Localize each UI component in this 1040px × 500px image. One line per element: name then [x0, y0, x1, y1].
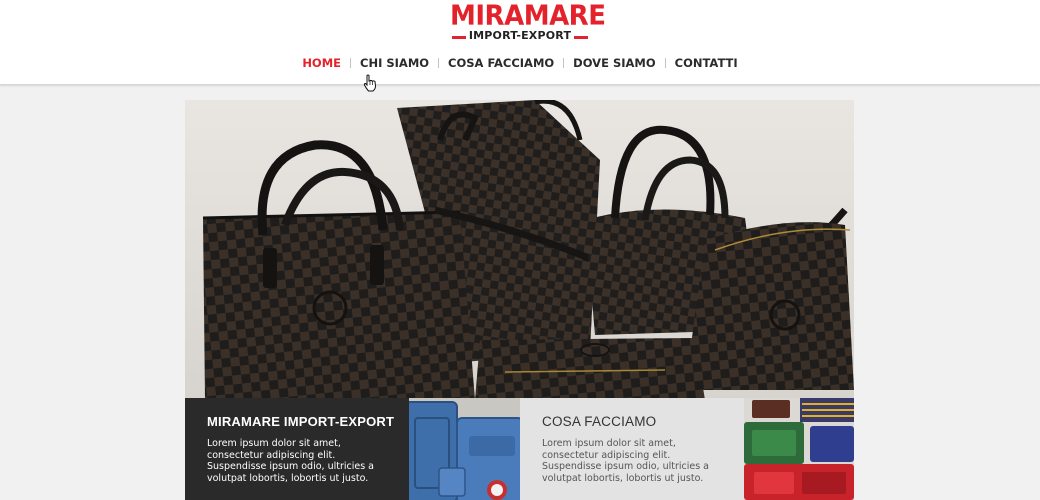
hero-photo-illustration [185, 100, 854, 400]
main-nav: HOME CHI SIAMO COSA FACCIAMO DOVE SIAMO … [0, 54, 1040, 72]
hero-image-handbags[interactable] [185, 100, 854, 400]
site-header: MIRAMARE IMPORT-EXPORT HOME CHI SIAMO CO… [0, 0, 1040, 85]
site-logo[interactable]: MIRAMARE IMPORT-EXPORT [450, 0, 606, 44]
panel-title: MIRAMARE IMPORT-EXPORT [207, 414, 395, 429]
wallets-illustration [744, 398, 854, 500]
panel-title: COSA FACCIAMO [542, 414, 657, 429]
suitcases-illustration [409, 398, 520, 500]
nav-item-dove-siamo[interactable]: DOVE SIAMO [564, 54, 664, 72]
nav-item-cosa-facciamo[interactable]: COSA FACCIAMO [439, 54, 563, 72]
info-panel-cosa-facciamo[interactable]: COSA FACCIAMO Lorem ipsum dolor sit amet… [520, 398, 744, 500]
logo-name: MIRAMARE [450, 0, 606, 32]
logo-tagline: IMPORT-EXPORT [468, 29, 572, 42]
hand-cursor-icon [363, 74, 377, 92]
thumbnail-suitcases[interactable] [409, 398, 520, 500]
nav-item-home[interactable]: HOME [293, 54, 350, 72]
logo-bar-right [574, 36, 588, 39]
panel-text: Lorem ipsum dolor sit amet, consectetur … [207, 438, 375, 484]
panel-text: Lorem ipsum dolor sit amet, consectetur … [542, 438, 710, 484]
logo-bar-left [452, 36, 466, 39]
nav-item-chi-siamo[interactable]: CHI SIAMO [351, 54, 438, 72]
thumbnail-wallets[interactable] [744, 398, 854, 500]
nav-item-contatti[interactable]: CONTATTI [666, 54, 747, 72]
info-panel-miramare[interactable]: MIRAMARE IMPORT-EXPORT Lorem ipsum dolor… [185, 398, 409, 500]
